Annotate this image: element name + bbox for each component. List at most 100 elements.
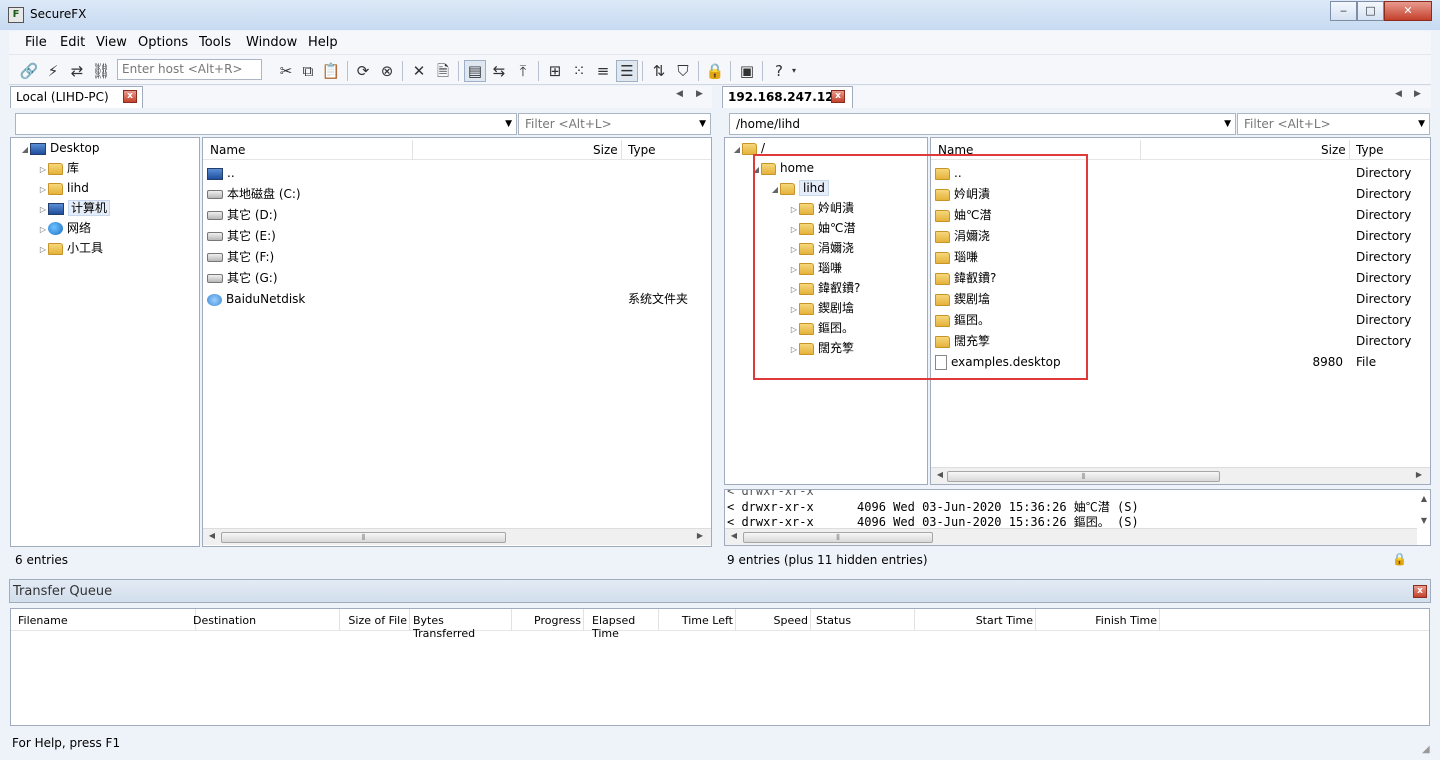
expand-icon[interactable]: ▷ — [38, 219, 48, 240]
queue-column-header[interactable]: Finish Time — [1037, 614, 1157, 627]
local-horizontal-scrollbar[interactable]: ◀ ⦀ ▶ — [203, 528, 711, 545]
sync-browse-icon[interactable]: ⇆ — [488, 60, 510, 82]
column-size[interactable]: Size — [593, 143, 618, 157]
column-type[interactable]: Type — [1356, 143, 1384, 157]
lock-icon[interactable]: 🔒 — [704, 60, 726, 82]
chevron-down-icon[interactable]: ▼ — [1418, 119, 1425, 129]
column-size[interactable]: Size — [1321, 143, 1346, 157]
table-row[interactable]: 本地磁盘 (C:) — [207, 184, 707, 205]
scroll-down-icon[interactable]: ▼ — [1421, 516, 1427, 525]
table-row[interactable]: 其它 (D:) — [207, 205, 707, 226]
scrollbar-thumb[interactable]: ⦀ — [947, 471, 1220, 482]
queue-column-header[interactable]: Start Time — [913, 614, 1033, 627]
transfer-window-icon[interactable]: ▣ — [736, 60, 758, 82]
close-window-button[interactable]: ✕ — [1384, 1, 1432, 21]
expand-icon[interactable]: ▷ — [38, 199, 48, 220]
scroll-right-icon[interactable]: ▶ — [1412, 470, 1426, 479]
menu-window[interactable]: Window — [246, 35, 297, 50]
filter-icon[interactable]: ⛉ — [672, 60, 694, 82]
menu-edit[interactable]: Edit — [60, 35, 85, 50]
properties-icon[interactable]: 🗎 — [432, 60, 454, 82]
table-row[interactable]: .. — [207, 163, 707, 184]
menu-file[interactable]: File — [25, 35, 47, 50]
queue-column-header[interactable]: Speed — [740, 614, 808, 627]
table-row[interactable]: BaiduNetdisk 系统文件夹 — [207, 289, 707, 310]
tree-item[interactable]: ◢ Desktop — [20, 138, 100, 159]
help-dropdown-icon[interactable]: ▾ — [788, 60, 800, 82]
expand-icon[interactable]: ▷ — [38, 159, 48, 180]
reconnect-icon[interactable]: ⇄ — [66, 60, 88, 82]
log-horizontal-scrollbar[interactable]: ◀ ⦀ — [725, 528, 1417, 545]
queue-column-header[interactable]: Filename — [18, 614, 193, 627]
delete-icon[interactable]: ✕ — [408, 60, 430, 82]
scroll-left-icon[interactable]: ◀ — [933, 470, 947, 479]
menu-tools[interactable]: Tools — [199, 35, 231, 50]
queue-column-header[interactable]: Size of File — [337, 614, 407, 627]
tab-scroll-left-icon[interactable]: ◀ — [676, 89, 683, 99]
remote-horizontal-scrollbar[interactable]: ◀ ⦀ ▶ — [931, 467, 1430, 484]
remote-filter-combo[interactable]: Filter <Alt+L> ▼ — [1237, 113, 1430, 135]
tab-scroll-right-icon[interactable]: ▶ — [696, 89, 703, 99]
queue-column-header[interactable]: Status — [816, 614, 912, 627]
cut-icon[interactable]: ✂ — [275, 60, 297, 82]
queue-column-header[interactable]: Destination — [193, 614, 337, 627]
copy-icon[interactable]: ⧉ — [297, 60, 319, 82]
expand-icon[interactable]: ▷ — [38, 179, 48, 200]
large-icons-icon[interactable]: ⊞ — [544, 60, 566, 82]
small-icons-icon[interactable]: ⁙ — [568, 60, 590, 82]
connect-icon[interactable]: 🔗 — [18, 60, 40, 82]
quick-connect-icon[interactable]: ⚡ — [42, 60, 64, 82]
table-row[interactable]: 其它 (F:) — [207, 247, 707, 268]
tree-item[interactable]: ▷ 计算机 — [38, 198, 111, 220]
up-folder-icon[interactable]: ⤒ — [512, 60, 534, 82]
maximize-button[interactable]: □ — [1357, 1, 1384, 21]
local-path-combo[interactable]: ▼ — [15, 113, 517, 135]
close-tab-icon[interactable]: x — [831, 90, 845, 103]
paste-icon[interactable]: 📋 — [320, 60, 342, 82]
tree-item[interactable]: ▷ lihd — [38, 178, 89, 199]
menu-view[interactable]: View — [96, 35, 127, 50]
refresh-icon[interactable]: ⟳ — [352, 60, 374, 82]
minimize-button[interactable]: ‒ — [1330, 1, 1357, 21]
tree-item[interactable]: ▷ 网络 — [38, 218, 91, 239]
menu-options[interactable]: Options — [138, 35, 188, 50]
queue-column-header[interactable]: Elapsed Time — [592, 614, 656, 640]
chevron-down-icon[interactable]: ▼ — [1224, 119, 1231, 129]
queue-column-header[interactable]: Bytes Transferred — [413, 614, 509, 640]
tree-item[interactable]: ▷ 小工具 — [38, 238, 103, 259]
host-input[interactable]: Enter host <Alt+R> — [117, 59, 262, 80]
sort-icon[interactable]: ⇅ — [648, 60, 670, 82]
local-filter-combo[interactable]: Filter <Alt+L> ▼ — [518, 113, 711, 135]
list-view-icon[interactable]: ≡ — [592, 60, 614, 82]
menu-help[interactable]: Help — [308, 35, 338, 50]
column-type[interactable]: Type — [628, 143, 656, 157]
collapse-icon[interactable]: ◢ — [732, 139, 742, 160]
chevron-down-icon[interactable]: ▼ — [699, 119, 706, 129]
remote-path-combo[interactable]: /home/lihd ▼ — [729, 113, 1236, 135]
close-transfer-queue-icon[interactable]: x — [1413, 585, 1427, 598]
scroll-left-icon[interactable]: ◀ — [727, 531, 741, 540]
table-row[interactable]: 其它 (E:) — [207, 226, 707, 247]
tree-view-icon[interactable]: ▤ — [464, 60, 486, 82]
scrollbar-thumb[interactable]: ⦀ — [743, 532, 933, 543]
queue-column-header[interactable]: Progress — [511, 614, 581, 627]
collapse-icon[interactable]: ◢ — [20, 139, 30, 160]
resize-grip-icon[interactable]: ◢ — [1422, 744, 1430, 755]
column-name[interactable]: Name — [210, 143, 245, 157]
scroll-up-icon[interactable]: ▲ — [1421, 494, 1427, 503]
table-row[interactable]: 其它 (G:) — [207, 268, 707, 289]
close-tab-icon[interactable]: x — [123, 90, 137, 103]
details-view-icon[interactable]: ☰ — [616, 60, 638, 82]
scroll-left-icon[interactable]: ◀ — [205, 531, 219, 540]
chevron-down-icon[interactable]: ▼ — [505, 119, 512, 129]
disconnect-icon[interactable]: ⛓ — [90, 60, 112, 82]
scroll-right-icon[interactable]: ▶ — [693, 531, 707, 540]
queue-column-header[interactable]: Time Left — [663, 614, 733, 627]
scrollbar-thumb[interactable]: ⦀ — [221, 532, 506, 543]
tab-scroll-right-icon[interactable]: ▶ — [1414, 89, 1421, 99]
tab-scroll-left-icon[interactable]: ◀ — [1395, 89, 1402, 99]
tree-item[interactable]: ▷ 库 — [38, 158, 79, 179]
stop-icon[interactable]: ⊗ — [376, 60, 398, 82]
expand-icon[interactable]: ▷ — [38, 239, 48, 260]
help-icon[interactable]: ? — [768, 60, 790, 82]
